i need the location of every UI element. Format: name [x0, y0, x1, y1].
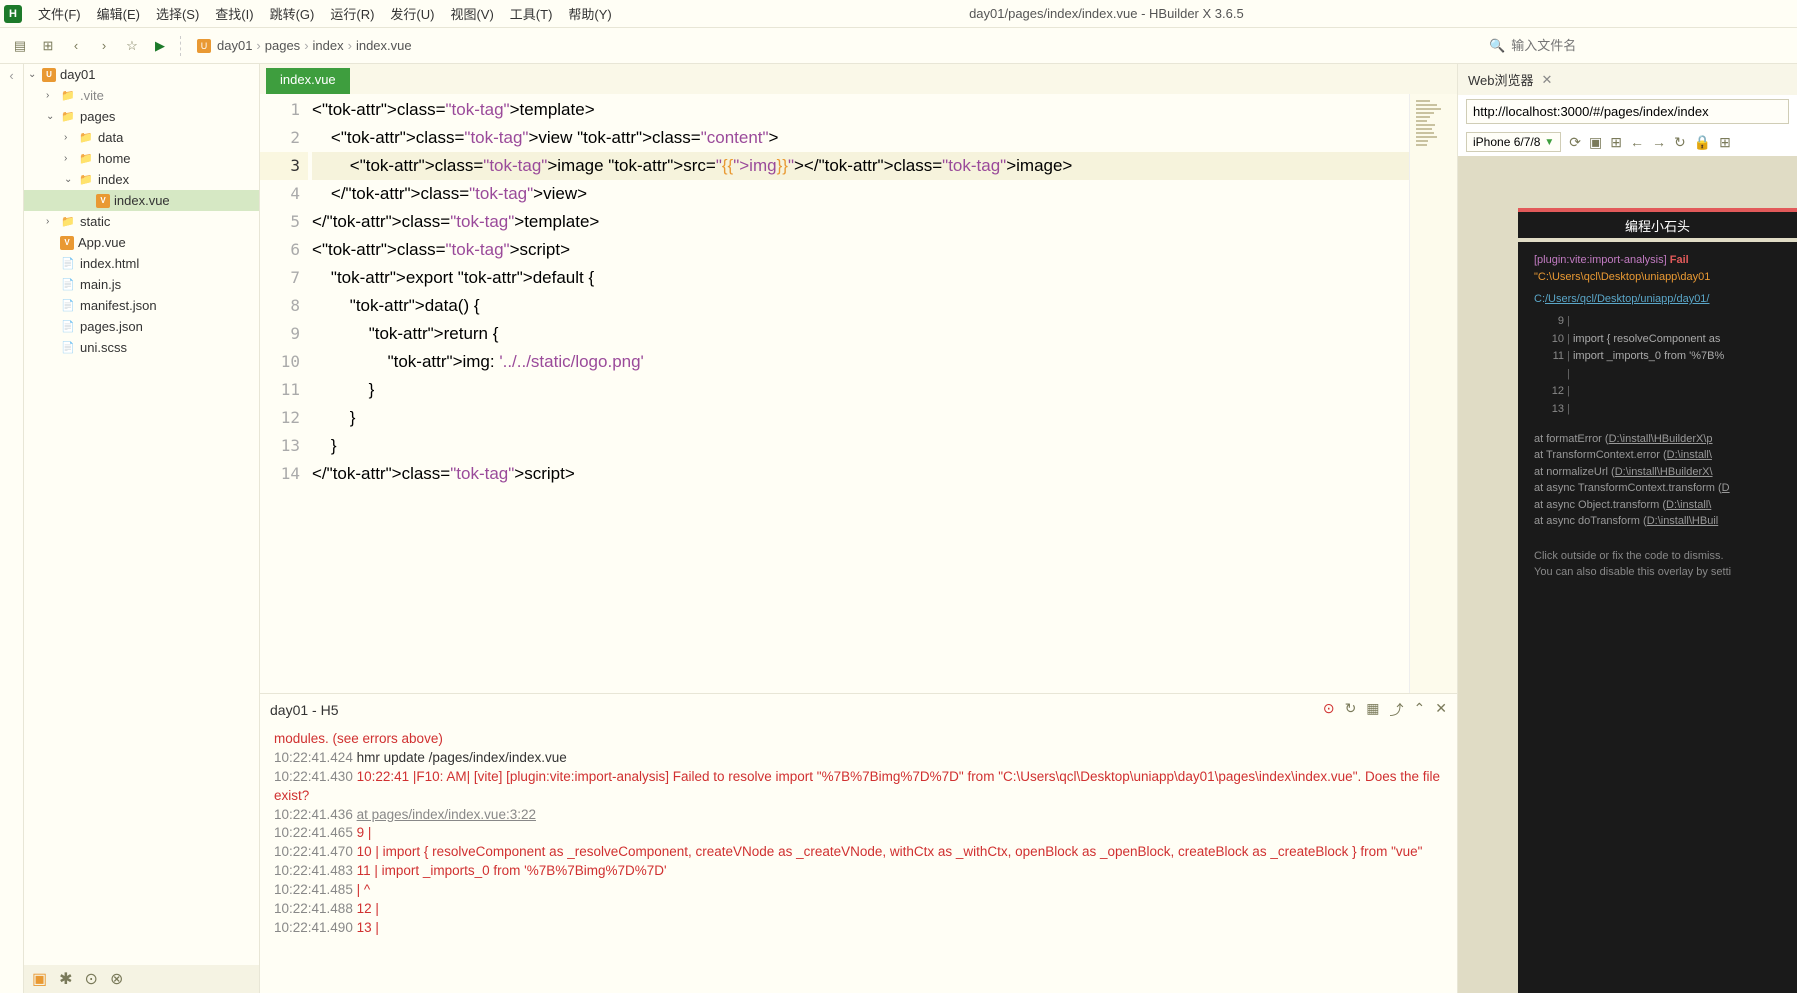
menu-find[interactable]: 查找(I): [207, 0, 261, 27]
tree-item[interactable]: ⌄📁index: [24, 169, 259, 190]
tree-item[interactable]: ›📁data: [24, 127, 259, 148]
menu-file[interactable]: 文件(F): [30, 0, 89, 27]
menu-view[interactable]: 视图(V): [442, 0, 501, 27]
forward-icon[interactable]: ›: [92, 34, 116, 58]
menu-help[interactable]: 帮助(Y): [560, 0, 619, 27]
search-input[interactable]: [1511, 38, 1711, 53]
error-overlay[interactable]: [plugin:vite:import-analysis] Fail "C:\U…: [1518, 242, 1797, 993]
toolbar: ▤ ⊞ ‹ › ☆ ▶ U day01 › pages › index › in…: [0, 28, 1797, 64]
console-restart-icon[interactable]: ↻: [1345, 700, 1357, 720]
minimap[interactable]: [1409, 94, 1457, 693]
new-tab-icon[interactable]: ⊞: [36, 34, 60, 58]
star-icon[interactable]: ☆: [120, 34, 144, 58]
tree-root[interactable]: ⌄ U day01: [24, 64, 259, 85]
file-tree: ⌄ U day01 ›📁.vite⌄📁pages›📁data›📁home⌄📁in…: [24, 64, 260, 993]
rp-refresh-icon[interactable]: ↻: [1674, 134, 1686, 151]
rp-tool1-icon[interactable]: ⟳: [1569, 134, 1581, 151]
menu-tools[interactable]: 工具(T): [502, 0, 561, 27]
back-icon[interactable]: ‹: [64, 34, 88, 58]
separator: [180, 36, 181, 56]
console-title: day01 - H5: [270, 702, 338, 718]
menu-publish[interactable]: 发行(U): [382, 0, 442, 27]
device-select[interactable]: iPhone 6/7/8▼: [1466, 132, 1561, 152]
search-icon[interactable]: 🔍: [1489, 38, 1505, 54]
tree-item[interactable]: 📄main.js: [24, 274, 259, 295]
crumb-folder2[interactable]: index: [313, 38, 344, 53]
tree-item[interactable]: ›📁home: [24, 148, 259, 169]
crumb-file[interactable]: index.vue: [356, 38, 412, 53]
left-gutter: ‹: [0, 64, 24, 993]
collapse-icon[interactable]: ‹: [9, 64, 13, 87]
explorer-icon[interactable]: ▤: [8, 34, 32, 58]
search-area: 🔍: [1489, 38, 1789, 54]
console-panel: day01 - H5 ⊙ ↻ ▦ ⤴ ⌃ ✕ modules. (see err…: [260, 693, 1457, 993]
code-editor[interactable]: 1234567891011121314 <"tok-attr">class="t…: [260, 94, 1457, 693]
console-stop-icon[interactable]: ⊙: [1323, 700, 1335, 720]
tab-active[interactable]: index.vue: [266, 68, 350, 94]
rp-back-icon[interactable]: ←: [1630, 134, 1644, 150]
rp-tool2-icon[interactable]: ▣: [1589, 134, 1602, 151]
rp-lock-icon[interactable]: 🔒: [1694, 134, 1711, 151]
crumb-folder1[interactable]: pages: [265, 38, 300, 53]
tree-item[interactable]: ›📁.vite: [24, 85, 259, 106]
preview-url-input[interactable]: [1466, 99, 1789, 124]
preview-viewport: 编程小石头 [plugin:vite:import-analysis] Fail…: [1458, 156, 1797, 993]
menu-edit[interactable]: 编辑(E): [89, 0, 148, 27]
run-icon[interactable]: ▶: [148, 34, 172, 58]
tree-tool-2-icon[interactable]: ✱: [59, 969, 72, 989]
menu-select[interactable]: 选择(S): [148, 0, 207, 27]
window-title: day01/pages/index/index.vue - HBuilder X…: [620, 6, 1593, 21]
tree-item[interactable]: Vindex.vue: [24, 190, 259, 211]
tree-item[interactable]: ⌄📁pages: [24, 106, 259, 127]
editor-tabs: index.vue: [260, 64, 1457, 94]
rp-grid-icon[interactable]: ⊞: [1719, 134, 1731, 151]
console-collapse-icon[interactable]: ⌃: [1414, 700, 1426, 720]
tree-item[interactable]: 📄index.html: [24, 253, 259, 274]
app-logo: H: [4, 5, 22, 23]
tree-item[interactable]: 📄uni.scss: [24, 337, 259, 358]
crumb-project[interactable]: day01: [217, 38, 252, 53]
web-preview-panel: Web浏览器 ✕ iPhone 6/7/8▼ ⟳ ▣ ⊞ ← → ↻ 🔒 ⊞ 编…: [1457, 64, 1797, 993]
tree-tool-1-icon[interactable]: ▣: [32, 969, 47, 989]
app-header: 编程小石头: [1518, 208, 1797, 238]
console-tool3-icon[interactable]: ▦: [1366, 700, 1379, 720]
rp-forward-icon[interactable]: →: [1652, 134, 1666, 150]
file-type-icon: U: [197, 39, 211, 53]
tree-tool-3-icon[interactable]: ⊙: [85, 969, 98, 989]
rp-tool3-icon[interactable]: ⊞: [1610, 134, 1622, 151]
tree-item[interactable]: 📄pages.json: [24, 316, 259, 337]
tree-item[interactable]: ›📁static: [24, 211, 259, 232]
console-tool4-icon[interactable]: ⤴: [1390, 700, 1404, 720]
tree-item[interactable]: 📄manifest.json: [24, 295, 259, 316]
console-close-icon[interactable]: ✕: [1435, 700, 1447, 720]
menu-goto[interactable]: 跳转(G): [262, 0, 323, 27]
preview-tab[interactable]: Web浏览器: [1468, 70, 1534, 89]
breadcrumb: U day01 › pages › index › index.vue: [197, 38, 412, 53]
tree-item[interactable]: VApp.vue: [24, 232, 259, 253]
tree-tool-4-icon[interactable]: ⊗: [110, 969, 123, 989]
menu-bar: H 文件(F) 编辑(E) 选择(S) 查找(I) 跳转(G) 运行(R) 发行…: [0, 0, 1797, 28]
menu-run[interactable]: 运行(R): [322, 0, 382, 27]
close-icon[interactable]: ✕: [1542, 72, 1553, 88]
tree-toolbar: ▣ ✱ ⊙ ⊗: [24, 965, 259, 993]
